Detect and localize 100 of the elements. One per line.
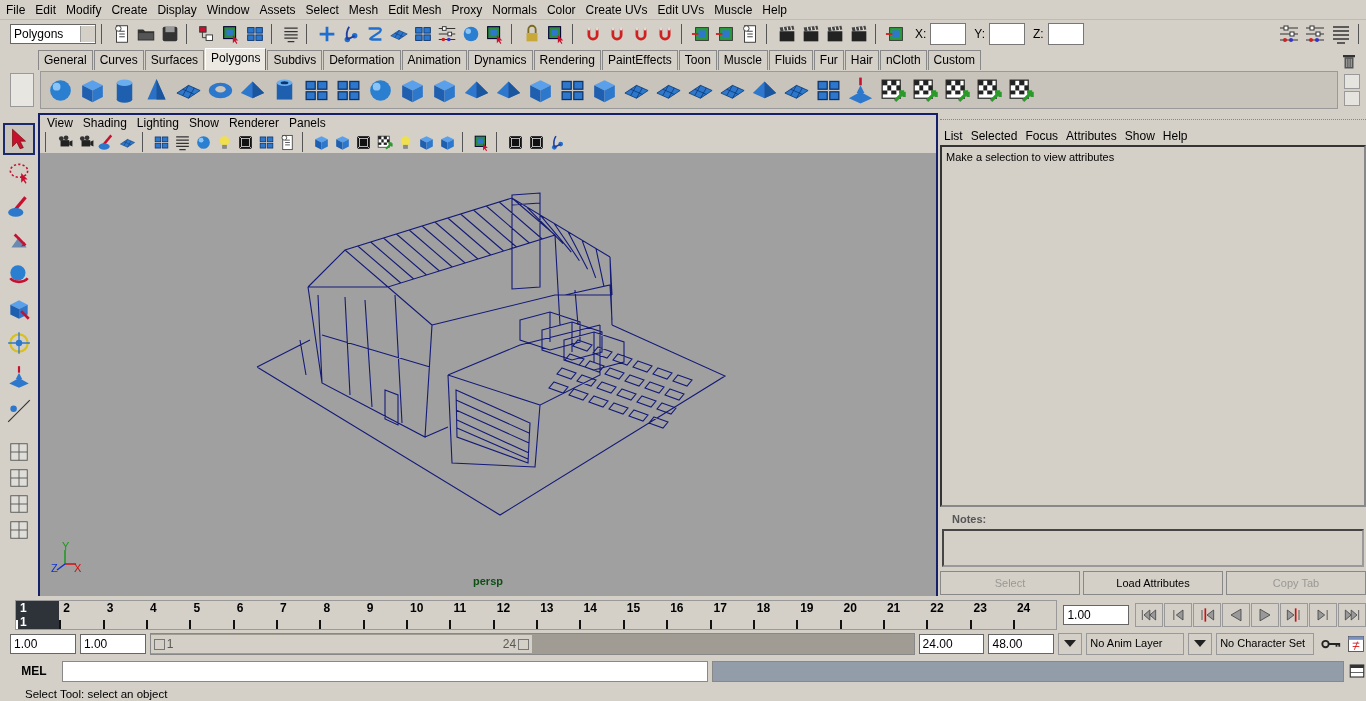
current-frame-marker: 1 <box>20 615 28 629</box>
command-field[interactable] <box>62 660 708 682</box>
layout-icon[interactable] <box>8 519 30 541</box>
shelf-tab[interactable]: Polygons <box>205 48 267 70</box>
menu-item[interactable]: Help <box>757 2 792 17</box>
frame-number: 12 <box>496 601 512 615</box>
playback-start-field[interactable]: 1.00 <box>79 634 146 654</box>
menu-item[interactable]: Proxy <box>446 2 488 17</box>
menu-item[interactable]: Create <box>106 2 153 17</box>
menu-item[interactable]: Assets <box>254 2 301 17</box>
menu-item[interactable]: Mesh <box>343 2 384 17</box>
menu-item[interactable]: Focus <box>1021 129 1063 143</box>
playback-end-field[interactable]: 24.00 <box>918 634 985 654</box>
shelf-tab[interactable]: Surfaces <box>144 50 205 70</box>
menu-item[interactable]: Display <box>152 2 202 17</box>
shelf-tab[interactable]: Deformation <box>323 50 401 70</box>
field-label: X: <box>915 27 927 41</box>
shelf-tab[interactable]: Fluids <box>768 50 813 70</box>
frame-number: 7 <box>280 601 288 615</box>
menu-item[interactable]: List <box>940 129 967 143</box>
range-label: 1 <box>166 637 174 651</box>
shelf-tab[interactable]: Fur <box>813 50 844 70</box>
attribute-button[interactable]: Load Attributes <box>1083 571 1223 595</box>
range-handle[interactable] <box>153 638 165 650</box>
anim-layer-menu[interactable]: No Anim Layer <box>1086 633 1185 655</box>
menu-item[interactable]: Show <box>183 116 224 130</box>
coordinate-field[interactable] <box>930 23 967 45</box>
range-slider-bar[interactable]: 1 24 <box>150 635 533 653</box>
frame-number: 24 <box>1016 601 1032 615</box>
coordinate-field[interactable] <box>989 23 1026 45</box>
preferences-icon[interactable] <box>1346 634 1366 654</box>
menu-item[interactable]: Window <box>201 2 255 17</box>
menu-item[interactable]: Shading <box>77 116 132 130</box>
shelf-tab[interactable]: nCloth <box>879 50 927 70</box>
rewind-button[interactable] <box>1135 603 1163 627</box>
menu-item[interactable]: Attributes <box>1062 129 1121 143</box>
menu-item[interactable]: Selected <box>966 129 1022 143</box>
layout-icon[interactable] <box>8 441 30 463</box>
trash-icon[interactable] <box>1340 52 1358 70</box>
play-button[interactable] <box>1251 603 1279 627</box>
step-back-button[interactable] <box>1164 603 1192 627</box>
character-set-menu[interactable]: No Character Set <box>1216 633 1315 655</box>
shelf-tab[interactable]: Custom <box>927 50 981 70</box>
dropdown-button[interactable] <box>1188 633 1213 655</box>
menu-item[interactable]: Muscle <box>709 2 758 17</box>
shelf-tab[interactable]: PaintEffects <box>601 50 678 70</box>
step-forward-button[interactable] <box>1309 603 1337 627</box>
attribute-message: Make a selection to view attributes <box>946 151 1116 163</box>
field-label: Z: <box>1033 27 1044 41</box>
frame-number: 18 <box>756 601 772 615</box>
shelf-tab[interactable]: Dynamics <box>467 50 533 70</box>
menu-item[interactable]: View <box>42 116 78 130</box>
command-language-label[interactable]: MEL <box>10 664 58 678</box>
shelf-tab[interactable]: Toon <box>678 50 717 70</box>
play-backward-button[interactable] <box>1222 603 1250 627</box>
field-label: Y: <box>974 27 986 41</box>
coordinate-field[interactable] <box>1047 23 1084 45</box>
menu-item[interactable]: Normals <box>487 2 542 17</box>
frame-number: 5 <box>193 601 202 615</box>
shelf-tab[interactable]: Curves <box>93 50 144 70</box>
notes-field[interactable] <box>942 529 1364 567</box>
menu-item[interactable]: Lighting <box>131 116 184 130</box>
soft-modify-icon[interactable] <box>6 364 32 390</box>
script-editor-icon[interactable] <box>1348 662 1366 680</box>
menu-item[interactable]: Show <box>1120 129 1159 143</box>
end-time-field[interactable]: 48.00 <box>988 634 1055 654</box>
menu-item[interactable]: Renderer <box>223 116 284 130</box>
help-line-text: Select Tool: select an object <box>25 687 168 700</box>
fast-forward-button[interactable] <box>1338 603 1366 627</box>
frame-number: 17 <box>713 601 728 615</box>
menu-item[interactable]: Edit <box>30 2 62 17</box>
next-key-button[interactable] <box>1280 603 1308 627</box>
axis-label: Z <box>51 562 58 574</box>
frame-number: 2 <box>63 601 72 615</box>
shelf-tab[interactable]: Hair <box>844 50 879 70</box>
mode-dropdown[interactable]: Polygons <box>10 24 96 44</box>
menu-item[interactable]: Create UVs <box>580 2 653 17</box>
time-slider[interactable]: 1 1 2 3 4 5 6 7 8 9 10 11 12 13 14 15 16 17 18 19 20 21 22 23 24 <box>15 600 1058 630</box>
start-time-field[interactable]: 1.00 <box>10 634 76 654</box>
dropdown-button[interactable] <box>1058 633 1083 655</box>
manipulator-icon[interactable] <box>6 330 32 356</box>
shelf-tab[interactable]: Rendering <box>533 50 601 70</box>
shelf-tab[interactable]: Animation <box>401 50 467 70</box>
current-time-field[interactable]: 1.00 <box>1063 605 1129 625</box>
menu-item[interactable]: Select <box>300 2 344 17</box>
shelf-tab[interactable]: Subdivs <box>267 50 323 70</box>
notes-label: Notes: <box>952 513 987 525</box>
previous-key-button[interactable] <box>1193 603 1221 627</box>
menu-item[interactable]: Modify <box>61 2 107 17</box>
menu-item[interactable]: Help <box>1158 129 1192 143</box>
menu-item[interactable]: Edit Mesh <box>383 2 447 17</box>
menu-item[interactable]: Edit UVs <box>652 2 710 17</box>
layout-icon[interactable] <box>8 493 30 515</box>
shelf-tab[interactable]: General <box>38 50 93 70</box>
range-handle[interactable] <box>518 638 530 650</box>
menu-item[interactable]: Color <box>541 2 581 17</box>
layout-icon[interactable] <box>8 467 30 489</box>
menu-item[interactable]: Panels <box>283 116 331 130</box>
shelf-tab[interactable]: Muscle <box>717 50 768 70</box>
menu-item[interactable]: File <box>1 2 31 17</box>
